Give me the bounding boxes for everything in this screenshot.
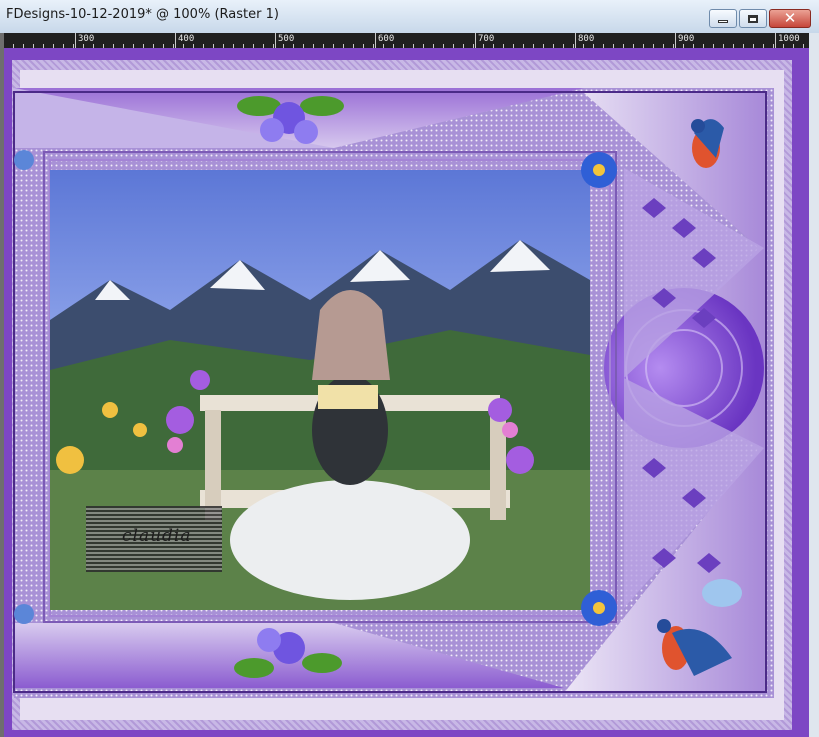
flower-corner-bl-icon (14, 604, 34, 624)
flower-top-center-icon (237, 96, 344, 144)
ruler-major-tick (75, 33, 76, 48)
ruler-major-tick (175, 33, 176, 48)
ruler-major-tick (775, 33, 776, 48)
ruler-major-tick (575, 33, 576, 48)
bird-top-right-icon (691, 119, 724, 168)
ruler-label: 700 (478, 34, 495, 44)
window-titlebar[interactable]: FDesigns-10-12-2019* @ 100% (Raster 1) ✕ (0, 0, 819, 34)
ruler-major-tick (675, 33, 676, 48)
ruler-label: 400 (178, 34, 195, 44)
horizontal-ruler[interactable]: 300 400 500 600 700 800 900 1000 (3, 33, 809, 48)
floral-decorations (14, 96, 742, 678)
ruler-major-tick (275, 33, 276, 48)
flower-corner-tl-icon (14, 150, 34, 170)
watermark-text: claudia (122, 526, 192, 546)
ruler-label: 300 (78, 34, 95, 44)
ruler-label: 900 (678, 34, 695, 44)
ruler-label: 1000 (778, 34, 800, 44)
ruler-major-tick (375, 33, 376, 48)
ruler-label: 800 (578, 34, 595, 44)
window-title: FDesigns-10-12-2019* @ 100% (Raster 1) (6, 7, 279, 22)
image-canvas[interactable]: claudia (4, 48, 809, 737)
close-button[interactable]: ✕ (769, 9, 811, 28)
ruler-label: 600 (378, 34, 395, 44)
minimize-button[interactable] (709, 9, 737, 28)
minimize-icon (718, 20, 728, 23)
maximize-icon (748, 14, 758, 23)
flower-corner-br-icon (581, 590, 617, 626)
window-controls: ✕ (709, 9, 811, 28)
maximize-button[interactable] (739, 9, 767, 28)
ruler-label: 500 (278, 34, 295, 44)
bird-bottom-right-icon (657, 579, 742, 676)
flower-bottom-center-icon (234, 628, 342, 678)
ruler-major-tick (475, 33, 476, 48)
close-icon: ✕ (783, 9, 797, 27)
scrollbar-gutter[interactable] (809, 33, 819, 737)
flower-corner-tr-icon (581, 152, 617, 188)
